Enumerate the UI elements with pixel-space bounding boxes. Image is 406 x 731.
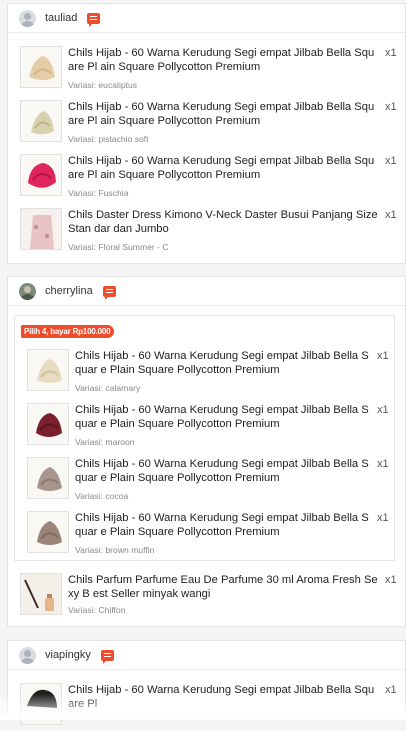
seller-username[interactable]: viapingky [45, 649, 91, 661]
product-quantity: x1 [377, 512, 389, 524]
chat-icon[interactable] [102, 285, 116, 300]
user-avatar-icon [19, 282, 36, 300]
product-thumbnail [27, 457, 69, 499]
order-item[interactable]: Chils Parfum Parfume Eau De Parfume 30 m… [20, 573, 398, 621]
bundle-item[interactable]: Chils Hijab - 60 Warna Kerudung Segi emp… [27, 511, 391, 559]
product-variation: Variasi: pistachio soft [68, 134, 149, 144]
bundle-item[interactable]: Chils Hijab - 60 Warna Kerudung Segi emp… [27, 457, 391, 505]
product-variation: Variasi: eucaliptus [68, 80, 138, 90]
user-avatar-icon [19, 646, 36, 664]
product-title: Chils Hijab - 60 Warna Kerudung Segi emp… [75, 404, 369, 430]
order-item[interactable]: Chils Hijab - 60 Warna Kerudung Segi emp… [20, 46, 398, 94]
bundle-deal-badge[interactable]: Pilih 4, bayar Rp100.000 [21, 325, 115, 338]
product-thumbnail [20, 154, 62, 196]
product-variation: Variasi: Chiffon [68, 605, 126, 615]
seller-header[interactable]: cherrylina [8, 277, 405, 306]
product-title: Chils Parfum Parfume Eau De Parfume 30 m… [68, 574, 378, 600]
product-thumbnail [20, 46, 62, 88]
bundle-item[interactable]: Chils Hijab - 60 Warna Kerudung Segi emp… [27, 403, 391, 451]
seller-header[interactable]: tauliad [8, 4, 405, 33]
scroll-fade [0, 694, 406, 720]
product-thumbnail [27, 403, 69, 445]
product-quantity: x1 [385, 155, 397, 167]
seller-username[interactable]: tauliad [45, 12, 77, 24]
product-title: Chils Hijab - 60 Warna Kerudung Segi emp… [68, 155, 375, 181]
product-variation: Variasi: brown muffin [75, 545, 155, 555]
seller-header[interactable]: viapingky [8, 641, 405, 670]
order-item[interactable]: Chils Hijab - 60 Warna Kerudung Segi emp… [20, 154, 398, 202]
product-quantity: x1 [377, 458, 389, 470]
product-quantity: x1 [385, 101, 397, 113]
product-quantity: x1 [377, 404, 389, 416]
product-thumbnail [20, 573, 62, 615]
product-title: Chils Hijab - 60 Warna Kerudung Segi emp… [68, 47, 375, 73]
user-avatar-icon [19, 9, 36, 27]
product-thumbnail [20, 208, 62, 250]
product-quantity: x1 [385, 574, 397, 586]
product-title: Chils Hijab - 60 Warna Kerudung Segi emp… [68, 101, 375, 127]
chat-icon[interactable] [100, 649, 114, 664]
product-variation: Variasi: Floral Summer - C [68, 242, 169, 252]
product-title: Chils Hijab - 60 Warna Kerudung Segi emp… [75, 458, 369, 484]
product-thumbnail [20, 100, 62, 142]
order-item[interactable]: Chils Daster Dress Kimono V-Neck Daster … [20, 208, 398, 256]
product-variation: Variasi: Fuschia [68, 188, 129, 198]
seller-username[interactable]: cherrylina [45, 285, 93, 297]
product-quantity: x1 [385, 209, 397, 221]
product-title: Chils Daster Dress Kimono V-Neck Daster … [68, 209, 378, 235]
order-item[interactable]: Chils Hijab - 60 Warna Kerudung Segi emp… [20, 100, 398, 148]
product-quantity: x1 [377, 350, 389, 362]
product-title: Chils Hijab - 60 Warna Kerudung Segi emp… [75, 512, 369, 538]
bundle-item[interactable]: Chils Hijab - 60 Warna Kerudung Segi emp… [27, 349, 391, 397]
product-variation: Variasi: cocoa [75, 491, 129, 501]
product-thumbnail [27, 349, 69, 391]
product-thumbnail [27, 511, 69, 553]
product-variation: Variasi: calamary [75, 383, 141, 393]
chat-icon[interactable] [87, 12, 101, 27]
product-title: Chils Hijab - 60 Warna Kerudung Segi emp… [75, 350, 369, 376]
product-variation: Variasi: maroon [75, 437, 135, 447]
product-quantity: x1 [385, 47, 397, 59]
